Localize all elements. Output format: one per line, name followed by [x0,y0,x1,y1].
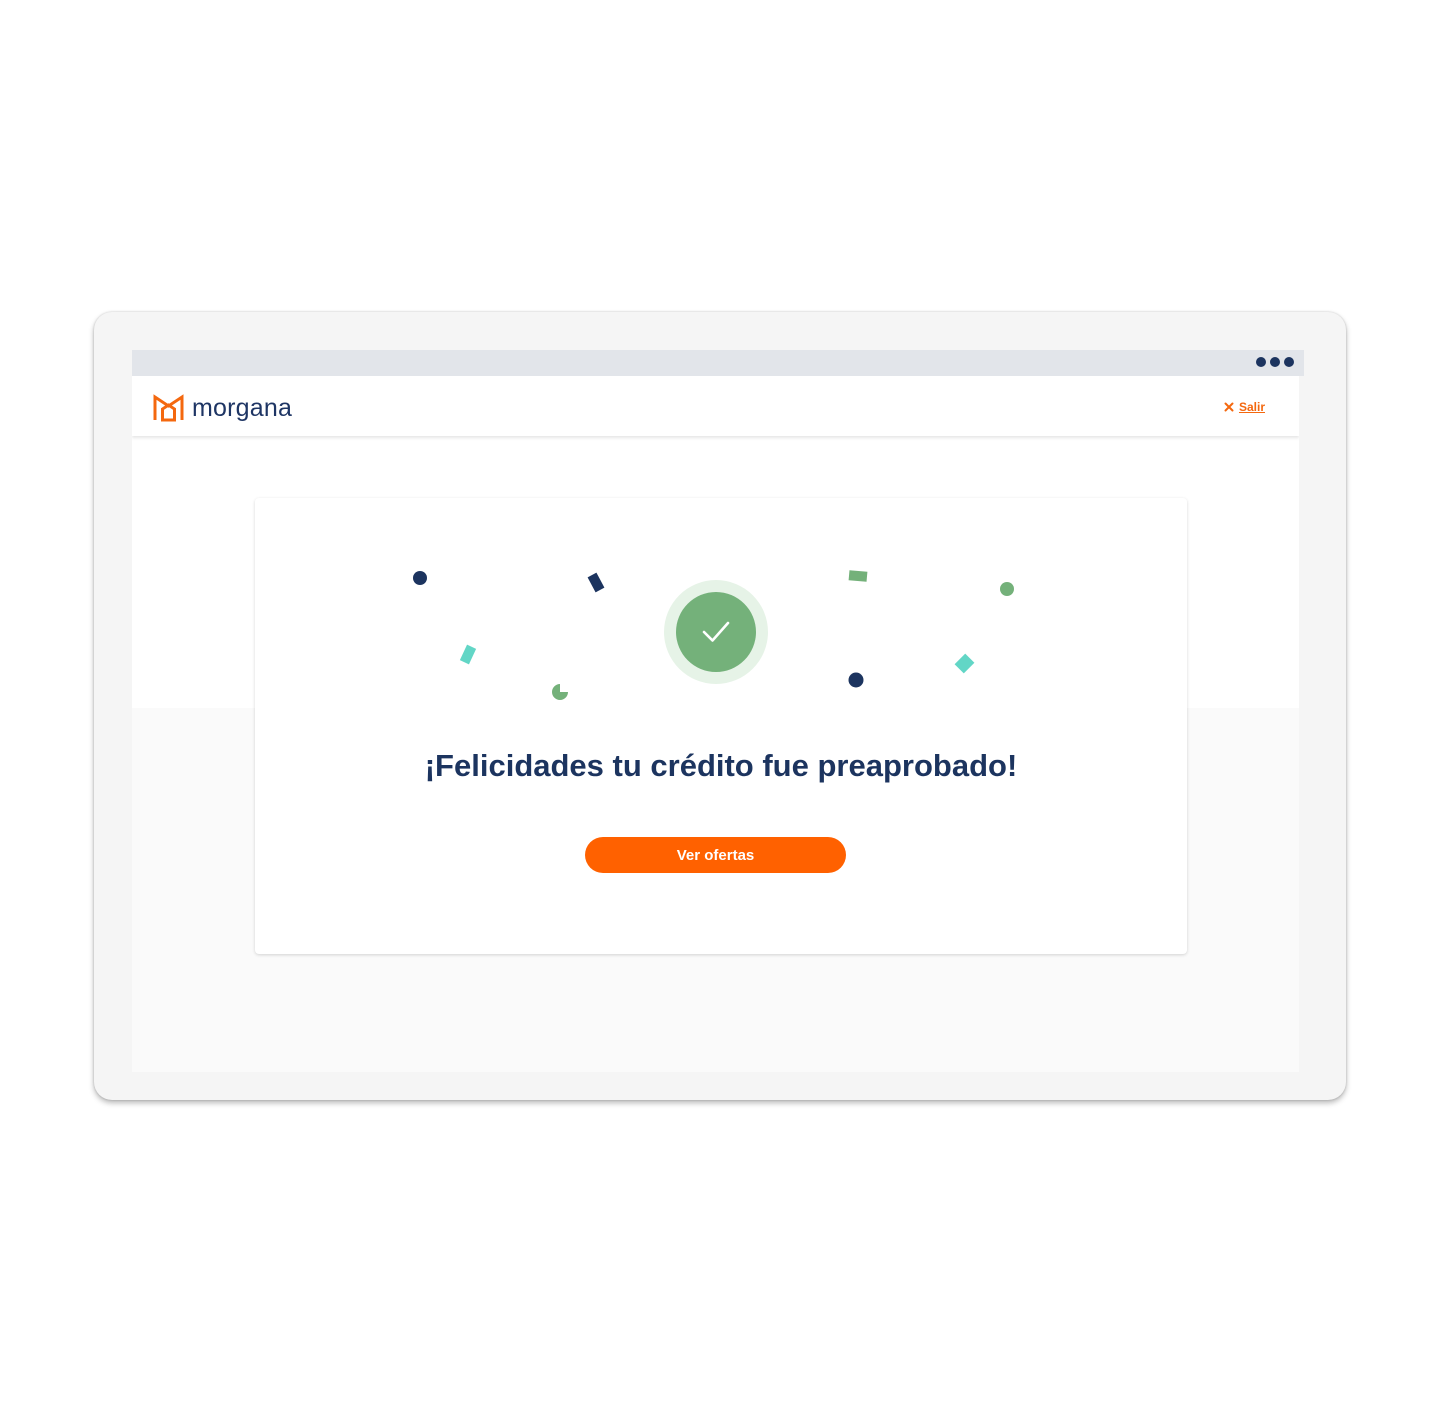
app-header: morgana Salir [132,376,1299,436]
more-dots-icon[interactable] [1256,357,1294,367]
brand-name: morgana [192,394,293,422]
browser-bar [132,350,1304,376]
confetti-piece [587,572,605,593]
confetti-illustration [413,570,1014,700]
confetti-dot [1000,582,1014,596]
morgana-house-logo-icon [153,394,184,422]
close-icon [1224,402,1234,412]
success-card: ¡Felicidades tu crédito fue preaprobado!… [255,498,1187,954]
confetti-dot [848,672,864,688]
confetti-piece [459,644,477,665]
exit-label: Salir [1238,400,1265,414]
check-circle-icon [664,580,768,684]
dot [1256,357,1266,367]
app-screen: morgana Salir ¡Felicidades tu crédito fu… [132,376,1299,1072]
dot [1284,357,1294,367]
exit-link[interactable]: Salir [1224,400,1265,414]
page-title: ¡Felicidades tu crédito fue preaprobado! [424,748,1018,783]
confetti-piece [954,653,975,674]
dot [1270,357,1280,367]
view-offers-button[interactable]: Ver ofertas [585,837,846,873]
confetti-dot [413,571,427,585]
brand-logo[interactable]: morgana [153,393,292,423]
confetti-piece [552,684,568,700]
confetti-piece [848,570,868,582]
